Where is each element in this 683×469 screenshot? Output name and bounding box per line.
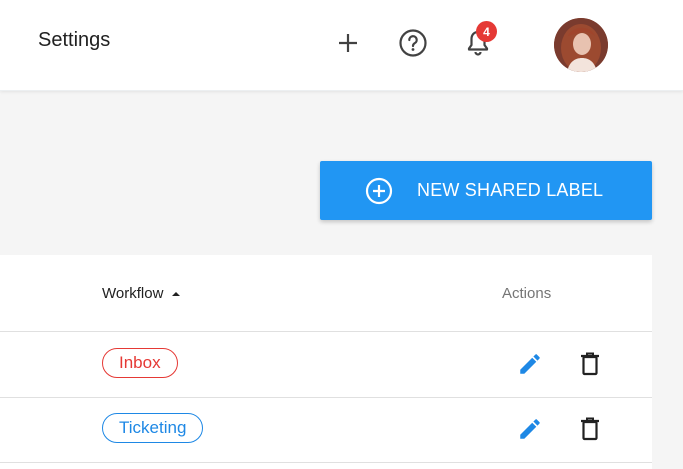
help-button[interactable] bbox=[393, 23, 433, 63]
user-avatar-image bbox=[554, 18, 608, 72]
workflow-column-label: Workflow bbox=[102, 285, 164, 302]
delete-button[interactable] bbox=[576, 415, 604, 443]
header-divider bbox=[0, 331, 652, 332]
add-button[interactable] bbox=[328, 23, 368, 63]
delete-button[interactable] bbox=[576, 350, 604, 378]
pencil-icon bbox=[520, 419, 540, 439]
labels-table: Workflow Actions bbox=[0, 255, 652, 469]
workflow-chip-inbox[interactable]: Inbox bbox=[102, 348, 178, 378]
top-app-bar: Settings 4 bbox=[0, 0, 683, 91]
new-shared-label-button[interactable]: NEW SHARED LABEL bbox=[320, 161, 652, 220]
sort-ascending-icon bbox=[172, 291, 181, 296]
notification-badge: 4 bbox=[476, 21, 497, 42]
workflow-chip-ticketing[interactable]: Ticketing bbox=[102, 413, 204, 443]
trash-icon bbox=[581, 352, 599, 376]
page-title: Settings bbox=[38, 29, 111, 51]
workflow-column-header[interactable]: Workflow bbox=[102, 285, 183, 302]
pencil-icon bbox=[520, 354, 540, 374]
row-divider bbox=[0, 397, 652, 398]
help-circle-icon bbox=[399, 29, 427, 57]
trash-icon bbox=[581, 417, 599, 441]
new-shared-label-text: NEW SHARED LABEL bbox=[417, 180, 604, 200]
edit-button[interactable] bbox=[516, 415, 544, 443]
row-divider bbox=[0, 462, 652, 463]
actions-column-header: Actions bbox=[502, 285, 552, 302]
plus-icon bbox=[339, 34, 357, 52]
avatar[interactable] bbox=[554, 18, 608, 72]
edit-button[interactable] bbox=[516, 350, 544, 378]
add-circle-icon bbox=[365, 177, 393, 205]
